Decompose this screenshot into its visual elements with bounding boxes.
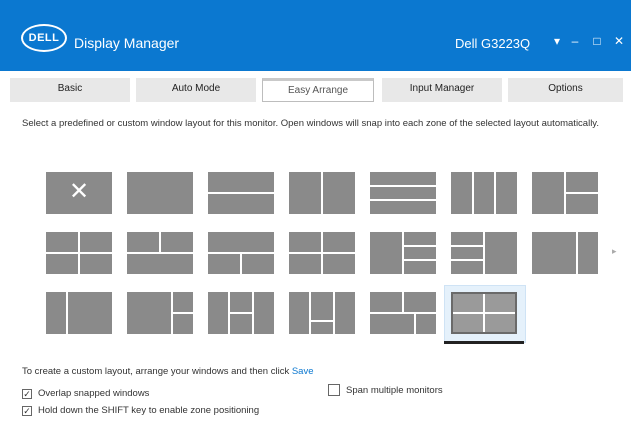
layout-offset-quad[interactable]	[370, 292, 436, 334]
layout-3-horizontal[interactable]	[370, 172, 436, 214]
layout-quad-selected[interactable]	[451, 292, 517, 334]
layout-narrow-left[interactable]	[46, 292, 112, 334]
layout-3-column-mid-split[interactable]	[208, 292, 274, 334]
custom-layout-text: To create a custom layout, arrange your …	[22, 366, 290, 377]
layout-quad[interactable]	[46, 232, 112, 274]
layout-2-vertical[interactable]	[289, 172, 355, 214]
overlap-label: Overlap snapped windows	[38, 388, 150, 399]
minimize-icon[interactable]: –	[566, 31, 584, 51]
custom-layout-hint: To create a custom layout, arrange your …	[22, 366, 314, 377]
overlap-checkbox[interactable]: ✓	[22, 388, 32, 399]
tab-bar: Basic Auto Mode Easy Arrange Input Manag…	[0, 78, 631, 102]
layout-left-wide-right-3[interactable]	[370, 232, 436, 274]
dell-logo: DELL	[21, 24, 67, 52]
shift-label: Hold down the SHIFT key to enable zone p…	[38, 405, 260, 416]
layout-3-vertical[interactable]	[451, 172, 517, 214]
overlap-option[interactable]: ✓ Overlap snapped windows	[22, 388, 149, 399]
tab-input-manager[interactable]: Input Manager	[382, 78, 502, 102]
layout-2-vertical-wide[interactable]	[532, 232, 598, 274]
layout-none[interactable]: ✕	[46, 172, 112, 214]
shift-option[interactable]: ✓ Hold down the SHIFT key to enable zone…	[22, 405, 259, 416]
tab-auto-mode[interactable]: Auto Mode	[136, 78, 256, 102]
span-monitors-option[interactable]: Span multiple monitors	[328, 384, 443, 396]
close-icon[interactable]: ✕	[610, 31, 628, 51]
monitor-name: Dell G3223Q	[455, 36, 531, 51]
chevron-down-icon[interactable]: ▾	[548, 31, 566, 51]
selected-indicator	[444, 341, 524, 344]
close-icon: ✕	[68, 178, 90, 205]
title-bar: DELL Display Manager Dell G3223Q ▾ – □ ✕	[0, 0, 631, 71]
layout-full[interactable]	[127, 172, 193, 214]
layout-2-horizontal[interactable]	[208, 172, 274, 214]
save-layout-link[interactable]: Save	[292, 366, 314, 377]
tab-basic[interactable]: Basic	[10, 78, 130, 102]
layout-right-wide-left-3[interactable]	[451, 232, 517, 274]
app-title: Display Manager	[74, 35, 180, 51]
chevron-right-icon[interactable]: ▸	[612, 246, 617, 257]
restore-icon[interactable]: □	[588, 31, 606, 51]
layout-right-split[interactable]	[127, 292, 193, 334]
layout-description: Select a predefined or custom window lay…	[22, 118, 599, 129]
shift-checkbox[interactable]: ✓	[22, 405, 32, 416]
tab-options[interactable]: Options	[508, 78, 623, 102]
span-monitors-label: Span multiple monitors	[346, 384, 443, 396]
tab-easy-arrange[interactable]: Easy Arrange	[262, 78, 374, 102]
layout-2x2-alt[interactable]	[289, 232, 355, 274]
layout-3-column-bottom-split[interactable]	[289, 292, 355, 334]
layout-bottom-split[interactable]	[208, 232, 274, 274]
layout-left-right-split[interactable]	[532, 172, 598, 214]
layout-top-split[interactable]	[127, 232, 193, 274]
span-monitors-checkbox[interactable]	[328, 384, 340, 396]
